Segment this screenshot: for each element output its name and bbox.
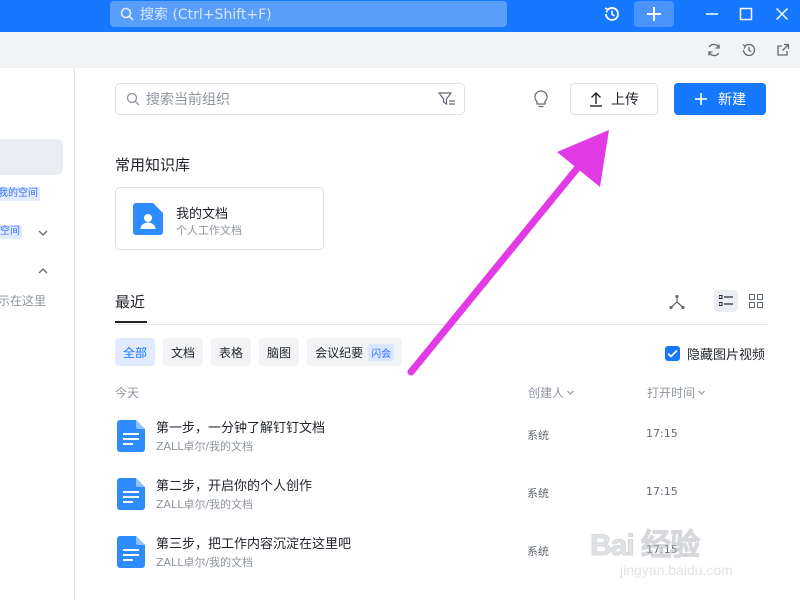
org-search-placeholder: 搜索当前组织 — [146, 92, 230, 108]
close-icon — [775, 7, 789, 21]
title-bar: 搜索 (Ctrl+Shift+F) — [0, 0, 800, 32]
sync-icon[interactable] — [706, 42, 722, 58]
maximize-button[interactable] — [732, 0, 760, 28]
org-search-input[interactable]: 搜索当前组织 — [115, 83, 465, 115]
add-button[interactable] — [634, 1, 674, 27]
filter-chip-label: 全部 — [123, 345, 148, 360]
history-button[interactable] — [598, 0, 626, 28]
filter-chip-meeting-notes[interactable]: 会议纪要 闪会 — [307, 338, 403, 366]
sidebar-hint-text: 示在这里 — [0, 294, 47, 308]
filter-chip-docs[interactable]: 文档 — [163, 338, 204, 366]
filter-chip-label: 表格 — [219, 345, 244, 360]
filter-chip-mindmap[interactable]: 脑图 — [259, 338, 300, 366]
flash-meeting-badge: 闪会 — [368, 343, 395, 361]
sidebar-badge-my-space: 我的空间 — [0, 187, 40, 201]
file-title: 第一步，一分钟了解钉钉文档 — [156, 421, 326, 436]
filter-chip-label: 脑图 — [267, 345, 292, 360]
file-creator: 系统 — [527, 429, 549, 442]
close-button[interactable] — [768, 0, 796, 28]
global-search-placeholder: 搜索 (Ctrl+Shift+F) — [140, 7, 272, 23]
file-title: 第三步，把工作内容沉淀在这里吧 — [156, 537, 352, 552]
document-icon — [117, 536, 145, 568]
upload-button[interactable]: 上传 — [570, 83, 658, 115]
history-icon[interactable] — [741, 42, 757, 58]
new-label: 新建 — [718, 92, 746, 108]
filter-chip-label: 会议纪要 — [315, 345, 364, 360]
sidebar-badge-space[interactable]: 空间 — [0, 225, 22, 239]
file-row[interactable]: 第一步，一分钟了解钉钉文档 ZALL卓尔/我的文档 系统 17:15 — [115, 412, 767, 470]
list-view-icon — [719, 295, 733, 306]
file-open-time: 17:15 — [646, 427, 678, 440]
file-path: ZALL卓尔/我的文档 — [156, 440, 254, 453]
hide-media-checkbox[interactable] — [665, 346, 680, 361]
file-title: 第二步，开启你的个人创作 — [156, 479, 313, 494]
kb-card-name: 我的文档 — [176, 207, 229, 222]
search-icon — [126, 92, 140, 106]
baidu-watermark: Bai 经验 jingyan.baidu.com — [589, 520, 790, 590]
upload-icon — [590, 92, 602, 107]
open-time-column-label: 打开时间 — [647, 386, 696, 400]
chevron-down-icon — [567, 390, 574, 395]
filter-chip-sheets[interactable]: 表格 — [211, 338, 252, 366]
filter-icon[interactable] — [438, 91, 456, 107]
tab-recent[interactable]: 最近 — [115, 291, 145, 312]
search-icon — [120, 7, 134, 21]
document-icon — [117, 478, 145, 510]
minimize-icon — [706, 13, 718, 15]
watermark-logo: Bai 经验 — [589, 529, 700, 563]
file-creator: 系统 — [527, 487, 549, 500]
plus-icon — [695, 93, 707, 105]
maximize-icon — [739, 7, 753, 21]
hide-media-label: 隐藏图片视频 — [687, 348, 766, 363]
kb-card-my-docs[interactable]: 我的文档 个人工作文档 — [115, 187, 324, 250]
new-button[interactable]: 新建 — [674, 83, 766, 115]
grid-view-button[interactable] — [744, 290, 768, 312]
global-search-input[interactable]: 搜索 (Ctrl+Shift+F) — [110, 1, 507, 27]
sub-toolbar — [0, 32, 800, 68]
watermark-url: jingyan.baidu.com — [620, 562, 733, 578]
tab-recent-indicator — [115, 321, 147, 323]
open-time-column-header[interactable]: 打开时间 — [647, 384, 706, 401]
file-open-time: 17:15 — [646, 485, 678, 498]
history-icon — [604, 7, 619, 21]
creator-column-header[interactable]: 创建人 — [528, 384, 575, 401]
chevron-down-icon[interactable] — [37, 227, 49, 239]
group-today-label: 今天 — [115, 386, 140, 400]
chevron-up-icon[interactable] — [37, 265, 49, 277]
minimize-button[interactable] — [698, 0, 726, 28]
creator-column-label: 创建人 — [528, 386, 565, 400]
tab-divider — [115, 324, 767, 325]
document-icon — [117, 420, 145, 452]
file-path: ZALL卓尔/我的文档 — [156, 556, 254, 569]
file-creator: 系统 — [527, 545, 549, 558]
filter-chips: 全部 文档 表格 脑图 会议纪要 闪会 — [115, 338, 403, 366]
share-icon[interactable] — [775, 42, 791, 58]
personal-doc-icon — [133, 203, 163, 235]
lightbulb-icon[interactable] — [532, 89, 550, 109]
sidebar: 我的空间 空间 示在这里 — [0, 68, 75, 600]
file-path: ZALL卓尔/我的文档 — [156, 498, 254, 511]
kb-card-subtitle: 个人工作文档 — [176, 224, 242, 237]
sidebar-item-selected[interactable] — [0, 139, 63, 175]
check-icon — [667, 349, 678, 358]
list-view-button[interactable] — [714, 290, 738, 312]
chevron-down-icon — [698, 390, 705, 395]
plus-icon — [647, 7, 661, 21]
hide-media-toggle[interactable]: 隐藏图片视频 — [665, 344, 765, 363]
upload-label: 上传 — [611, 92, 639, 108]
kb-section-title: 常用知识库 — [115, 156, 191, 174]
filter-chip-all[interactable]: 全部 — [115, 338, 156, 366]
filter-chip-label: 文档 — [171, 345, 196, 360]
tree-view-icon[interactable] — [668, 294, 686, 310]
grid-view-icon — [749, 294, 763, 308]
